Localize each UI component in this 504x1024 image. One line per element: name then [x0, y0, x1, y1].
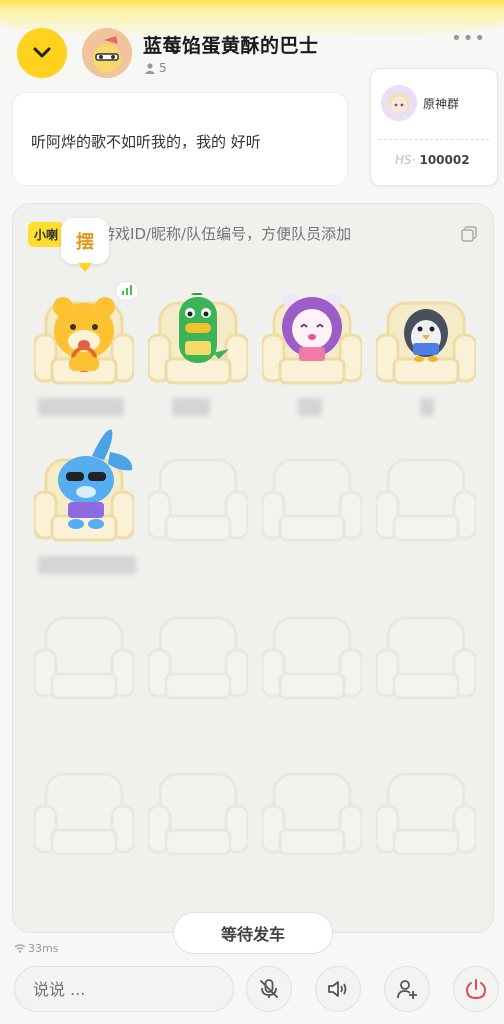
- team-tag[interactable]: 小喇: [28, 221, 65, 247]
- speaker-button[interactable]: [315, 966, 361, 1012]
- ping-indicator: 33ms: [14, 942, 58, 955]
- seat-15[interactable]: [262, 764, 362, 864]
- more-dots-icon: •••: [451, 28, 486, 49]
- empty-sofa-icon: [34, 772, 134, 856]
- seat-2-name: [172, 398, 210, 416]
- seat-2[interactable]: [148, 293, 248, 393]
- group-avatar: [381, 85, 417, 121]
- chat-input[interactable]: [14, 966, 234, 1012]
- empty-sofa-icon: [262, 458, 362, 542]
- seat-9[interactable]: [34, 608, 134, 708]
- dino-avatar: [179, 293, 229, 363]
- empty-sofa-icon: [376, 772, 476, 856]
- signal-icon: [115, 281, 139, 301]
- add-user-icon: [397, 980, 417, 999]
- empty-sofa-icon: [148, 616, 248, 700]
- seat-6[interactable]: [148, 450, 248, 550]
- empty-sofa-icon: [148, 772, 248, 856]
- seat-3[interactable]: [262, 293, 362, 393]
- seat-1-name: [38, 398, 124, 416]
- copy-icon[interactable]: [460, 225, 478, 243]
- seat-11[interactable]: [262, 608, 362, 708]
- empty-sofa-icon: [34, 616, 134, 700]
- more-button[interactable]: •••: [451, 30, 486, 48]
- empty-sofa-icon: [262, 616, 362, 700]
- seat-14[interactable]: [148, 764, 248, 864]
- empty-sofa-icon: [376, 616, 476, 700]
- seat-10[interactable]: [148, 608, 248, 708]
- seat-1[interactable]: [34, 293, 134, 393]
- empty-sofa-icon: [376, 458, 476, 542]
- room-title: 蓝莓馅蛋黄酥的巴士: [143, 35, 319, 57]
- mic-button[interactable]: [246, 966, 292, 1012]
- seat-4-name: [420, 398, 434, 416]
- empty-sofa-icon: [148, 458, 248, 542]
- ping-value: 33ms: [28, 942, 59, 955]
- group-id: HS· 100002: [395, 153, 470, 167]
- member-count[interactable]: 5: [145, 61, 167, 75]
- mic-off-icon: [260, 979, 278, 998]
- seat-4[interactable]: [376, 293, 476, 393]
- speech-bubble: 摆: [61, 218, 109, 272]
- wifi-icon: [14, 944, 26, 953]
- seat-3-name: [298, 398, 322, 416]
- group-id-prefix: HS·: [395, 153, 416, 167]
- add-user-button[interactable]: [384, 966, 430, 1012]
- room-avatar-image: [82, 28, 132, 78]
- speaker-icon: [328, 981, 347, 997]
- seat-5-name: [38, 556, 136, 574]
- back-button[interactable]: [17, 28, 67, 78]
- empty-sofa-icon: [262, 772, 362, 856]
- power-icon: [465, 979, 487, 1000]
- team-id-input[interactable]: [70, 225, 454, 243]
- seat-5[interactable]: [34, 429, 134, 550]
- penguin-avatar: [404, 309, 448, 362]
- lion-avatar: [282, 293, 342, 361]
- speech-bubble-text: 摆: [76, 232, 94, 253]
- person-icon: [145, 62, 155, 74]
- seat-7[interactable]: [262, 450, 362, 550]
- exit-button[interactable]: [453, 966, 499, 1012]
- chevron-down-icon: [33, 47, 51, 58]
- rabbit-avatar: [58, 429, 133, 529]
- group-id-value: 100002: [419, 153, 470, 167]
- seat-13[interactable]: [34, 764, 134, 864]
- group-card[interactable]: 原神群 HS· 100002: [370, 68, 498, 186]
- room-notice[interactable]: 听阿烨的歌不如听我的，我的 好听: [12, 92, 348, 186]
- wait-departure-button[interactable]: 等待发车: [173, 912, 333, 954]
- seat-12[interactable]: [376, 608, 476, 708]
- seat-16[interactable]: [376, 764, 476, 864]
- group-name: 原神群: [423, 97, 460, 111]
- bear-avatar: [53, 297, 115, 372]
- seat-8[interactable]: [376, 450, 476, 550]
- room-avatar[interactable]: [82, 28, 132, 78]
- notice-text: 听阿烨的歌不如听我的，我的 好听: [31, 133, 261, 151]
- group-card-divider: [379, 139, 489, 140]
- member-count-value: 5: [159, 61, 167, 75]
- wait-departure-label: 等待发车: [220, 925, 285, 944]
